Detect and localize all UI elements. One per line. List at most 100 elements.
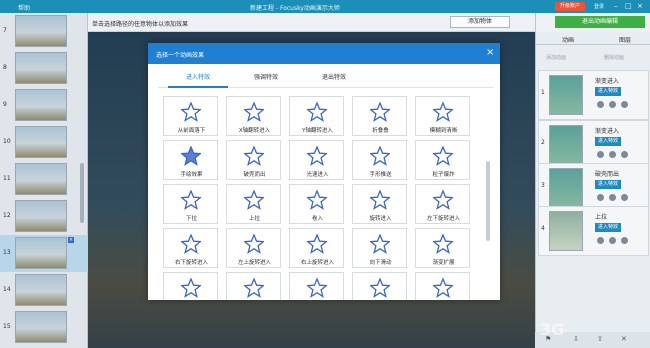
settings-icon[interactable] bbox=[621, 237, 628, 244]
tab-animation[interactable]: 动画 bbox=[562, 35, 574, 44]
animation-name: 渐变进入 bbox=[595, 78, 620, 85]
animation-name: 破壳而出 bbox=[595, 171, 620, 178]
close-icon[interactable]: × bbox=[637, 2, 643, 10]
animation-item[interactable]: 1 渐变进入 进入特效 bbox=[538, 70, 649, 120]
effect-option[interactable]: 上拉 bbox=[226, 184, 281, 224]
delete-icon[interactable]: ✕ bbox=[621, 335, 627, 343]
preview-icon[interactable] bbox=[597, 101, 604, 108]
settings-icon[interactable] bbox=[621, 101, 628, 108]
effect-option[interactable]: 手绘效果 bbox=[163, 140, 218, 180]
effect-option[interactable]: 模糊到清晰 bbox=[415, 96, 470, 136]
star-icon bbox=[244, 190, 264, 210]
effect-option[interactable] bbox=[163, 272, 218, 300]
slide-thumb[interactable]: 9 bbox=[0, 87, 88, 124]
effect-label: 渐变扩展 bbox=[432, 260, 455, 266]
preview-icon[interactable] bbox=[597, 151, 604, 158]
preview-icon[interactable] bbox=[597, 194, 604, 201]
visibility-icon[interactable] bbox=[609, 194, 616, 201]
effect-option[interactable]: 左下旋转进入 bbox=[415, 184, 470, 224]
effect-label: 手绘效果 bbox=[180, 172, 203, 178]
watermark: 3G bbox=[540, 320, 565, 339]
move-up-icon[interactable]: ⇧ bbox=[597, 335, 603, 343]
visibility-icon[interactable] bbox=[609, 101, 616, 108]
settings-icon[interactable] bbox=[621, 151, 628, 158]
slide-thumb[interactable]: 10 bbox=[0, 124, 88, 161]
slide-thumb[interactable]: 15 bbox=[0, 309, 88, 346]
effect-label: 手形推送 bbox=[369, 172, 392, 178]
effect-type-button[interactable]: 进入特效 bbox=[595, 223, 621, 232]
add-object-button[interactable]: 添加物体 bbox=[450, 16, 510, 28]
effect-option[interactable] bbox=[289, 272, 344, 300]
close-dialog-icon[interactable]: × bbox=[486, 47, 494, 59]
effect-label: 左上旋转进入 bbox=[237, 260, 271, 266]
effect-option[interactable]: 光速进入 bbox=[289, 140, 344, 180]
effect-option[interactable]: 手形推送 bbox=[352, 140, 407, 180]
effect-label: 左下旋转进入 bbox=[426, 216, 460, 222]
dialog-scrollbar[interactable] bbox=[486, 161, 490, 241]
slide-thumb-image bbox=[15, 89, 67, 121]
thumbnail-scrollbar[interactable] bbox=[80, 163, 84, 223]
tab-emphasis-effects[interactable]: 强调特效 bbox=[236, 72, 296, 81]
dialog-header: 选择一个动画效果 × bbox=[148, 43, 500, 64]
exit-animation-edit-button[interactable]: 退出动画编辑 bbox=[555, 16, 645, 28]
help-menu[interactable]: 帮助 bbox=[18, 3, 30, 12]
star-icon bbox=[307, 190, 327, 210]
effect-label: 旋转进入 bbox=[369, 216, 392, 222]
effect-label: 模糊到清晰 bbox=[429, 128, 458, 134]
animation-thumb bbox=[549, 75, 583, 115]
slide-thumb[interactable]: 7 bbox=[0, 13, 88, 50]
effect-option[interactable]: 左上旋转进入 bbox=[226, 228, 281, 268]
effect-option[interactable]: 右下旋转进入 bbox=[163, 228, 218, 268]
slide-thumb[interactable]: 8 bbox=[0, 50, 88, 87]
add-animation-button[interactable]: 添加动画 bbox=[546, 54, 566, 61]
upgrade-account-button[interactable]: 升级账户 bbox=[555, 2, 585, 11]
effect-option[interactable]: 卷入 bbox=[289, 184, 344, 224]
effect-option[interactable]: 向下滑动 bbox=[352, 228, 407, 268]
visibility-icon[interactable] bbox=[609, 237, 616, 244]
animation-index: 2 bbox=[541, 139, 545, 146]
effect-label: 右上旋转进入 bbox=[300, 260, 334, 266]
slide-thumb[interactable]: 14 bbox=[0, 272, 88, 309]
effect-option[interactable] bbox=[415, 272, 470, 300]
tab-layers[interactable]: 图层 bbox=[619, 35, 631, 44]
panel-tabs: 动画 图层 bbox=[536, 33, 650, 45]
effect-option[interactable]: 旋转进入 bbox=[352, 184, 407, 224]
star-icon bbox=[181, 234, 201, 254]
login-link[interactable]: 登录 bbox=[594, 3, 604, 10]
slide-thumb[interactable]: 12 bbox=[0, 198, 88, 235]
slide-number: 7 bbox=[3, 27, 7, 34]
effect-option[interactable]: 右上旋转进入 bbox=[289, 228, 344, 268]
star-icon bbox=[307, 234, 327, 254]
effect-option[interactable]: 粒子爆炸 bbox=[415, 140, 470, 180]
delete-slide-icon[interactable]: × bbox=[68, 237, 74, 243]
effect-type-button[interactable]: 进入特效 bbox=[595, 137, 621, 146]
effect-option[interactable]: 从前面落下 bbox=[163, 96, 218, 136]
minimize-icon[interactable]: – bbox=[614, 2, 618, 10]
move-down-icon[interactable]: ⇩ bbox=[573, 335, 579, 343]
star-icon bbox=[370, 190, 390, 210]
slide-thumb-selected[interactable]: 13 × bbox=[0, 235, 88, 272]
delete-animation-button[interactable]: 删除动画 bbox=[604, 54, 624, 61]
maximize-icon[interactable]: □ bbox=[625, 2, 632, 10]
effect-option[interactable] bbox=[226, 272, 281, 300]
effect-label: 向下滑动 bbox=[369, 260, 392, 266]
effect-option[interactable] bbox=[352, 272, 407, 300]
preview-icon[interactable] bbox=[597, 237, 604, 244]
effect-label: 折叠叠 bbox=[372, 128, 389, 134]
effect-type-button[interactable]: 进入特效 bbox=[595, 87, 621, 96]
effect-option[interactable]: 下拉 bbox=[163, 184, 218, 224]
effect-option[interactable]: X轴翻转进入 bbox=[226, 96, 281, 136]
effect-option[interactable]: 渐变扩展 bbox=[415, 228, 470, 268]
effect-option[interactable]: 破壳而出 bbox=[226, 140, 281, 180]
effect-option[interactable]: 折叠叠 bbox=[352, 96, 407, 136]
star-icon bbox=[181, 278, 201, 298]
visibility-icon[interactable] bbox=[609, 151, 616, 158]
settings-icon[interactable] bbox=[621, 194, 628, 201]
effect-type-button[interactable]: 进入特效 bbox=[595, 180, 621, 189]
animation-item[interactable]: 4 上拉 进入特效 bbox=[538, 206, 649, 256]
tab-entrance-effects[interactable]: 进入特效 bbox=[168, 72, 228, 88]
effect-label: Y轴翻转进入 bbox=[302, 128, 333, 134]
effect-option[interactable]: Y轴翻转进入 bbox=[289, 96, 344, 136]
tab-exit-effects[interactable]: 退出特效 bbox=[304, 72, 364, 81]
slide-thumb[interactable]: 11 bbox=[0, 161, 88, 198]
